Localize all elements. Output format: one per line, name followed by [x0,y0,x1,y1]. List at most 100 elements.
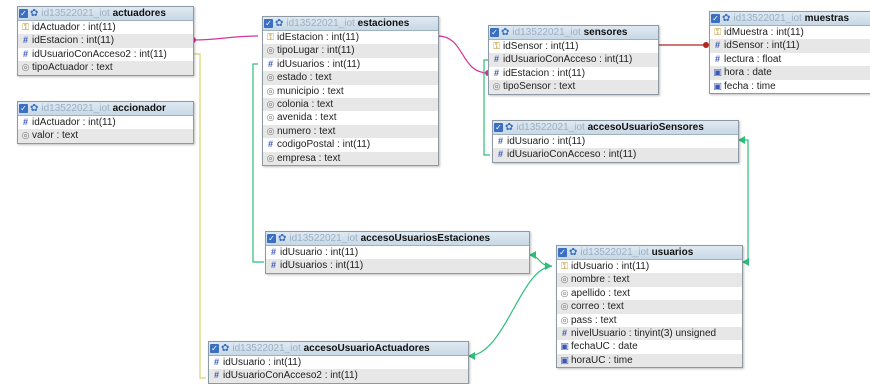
text-icon: ◎ [21,130,30,141]
column-row[interactable]: # idEstacion : int(11) [489,67,658,80]
gear-icon[interactable]: ✿ [722,12,730,25]
column-row[interactable]: # idActuador : int(11) [18,116,193,129]
column-row[interactable]: ⚿ idEstacion : int(11) [263,31,438,44]
column-row[interactable]: ◎ pass : text [557,314,742,327]
table-header[interactable]: ✓ ✿ id13522021_iot usuarios [557,246,742,260]
table-header[interactable]: ✓ ✿ id13522021_iot accesoUsuarioActuadores [209,342,468,356]
column-label: nombre : text [571,274,630,286]
relation-accesoUsuarioSensores-usuarios [738,139,749,263]
column-row[interactable]: # codigoPostal : int(11) [263,138,438,151]
column-row[interactable]: # idEstacion : int(11) [18,34,193,48]
column-row[interactable]: ◎ apellido : text [557,287,742,300]
table-accionador[interactable]: ✓ ✿ id13522021_iot accionador # idActuador … [17,101,194,144]
number-icon: # [267,139,273,150]
column-row[interactable]: ◎ avenida : text [263,111,438,124]
table-header[interactable]: ✓ ✿ id13522021_iot sensores [489,26,658,40]
column-label: municipio : text [277,85,344,97]
column-row[interactable]: ▣ hora : date [710,66,870,80]
gear-icon[interactable]: ✿ [501,26,509,39]
table-header[interactable]: ✓ ✿ id13522021_iot accionador [18,102,193,116]
column-label: idUsuarioConAcceso2 : int(11) [32,48,167,60]
column-row[interactable]: # idUsuarioConAcceso : int(11) [493,148,738,162]
text-icon: ◎ [266,152,275,163]
table-actuadores[interactable]: ✓ ✿ id13522021_iot actuadores ⚿ idActuador … [17,6,194,76]
column-row[interactable]: ◎ valor : text [18,129,193,143]
text-icon: ◎ [266,112,275,123]
checkbox-icon[interactable]: ✓ [19,9,28,18]
table-accesoUsuarioSensores[interactable]: ✓ ✿ id13522021_iot accesoUsuarioSensores #… [492,120,739,163]
text-icon: ◎ [266,125,275,136]
table-sensores[interactable]: ✓ ✿ id13522021_iot sensores ⚿ idSensor : in… [488,25,659,95]
column-label: lectura : float [724,53,782,65]
column-row[interactable]: ⚿ idSensor : int(11) [489,40,658,53]
gear-icon[interactable]: ✿ [278,232,286,245]
checkbox-icon[interactable]: ✓ [558,248,567,257]
column-row[interactable]: # idUsuario : int(11) [209,356,468,369]
number-icon: # [267,58,273,69]
column-row[interactable]: ◎ numero : text [263,124,438,139]
checkbox-icon[interactable]: ✓ [267,234,276,243]
column-row[interactable]: # idUsuarioConAcceso2 : int(11) [209,369,468,383]
checkbox-icon[interactable]: ✓ [490,28,499,37]
column-label: fecha : time [724,80,776,92]
table-prefix: id13522021_iot [512,27,581,39]
checkbox-icon[interactable]: ✓ [19,104,28,113]
column-row[interactable]: ◎ correo : text [557,300,742,314]
checkbox-icon[interactable]: ✓ [210,344,219,353]
column-row[interactable]: ◎ colonia : text [263,97,438,112]
column-row[interactable]: ⚿ idUsuario : int(11) [557,260,742,273]
relation-accesoUsuarioActuadores-usuarios [467,265,553,357]
checkbox-icon[interactable]: ✓ [494,123,503,132]
column-row[interactable]: ▣ fechaUC : date [557,340,742,353]
checkbox-icon[interactable]: ✓ [264,19,273,28]
column-label: idUsuarios : int(11) [280,260,364,272]
column-row[interactable]: # idUsuarioConAcceso : int(11) [489,53,658,67]
column-row[interactable]: # idUsuarioConAcceso2 : int(11) [18,48,193,61]
column-row[interactable]: ▣ horaUC : time [557,353,742,368]
column-row[interactable]: ◎ estado : text [263,71,438,85]
column-label: idSensor : int(11) [503,41,579,52]
key-icon: ⚿ [22,22,29,32]
column-label: tipoLugar : int(11) [277,45,355,57]
text-icon: ◎ [560,314,569,325]
column-row[interactable]: ◎ municipio : text [263,85,438,98]
table-name: sensores [583,27,628,39]
gear-icon[interactable]: ✿ [569,246,577,259]
column-label: pass : text [571,314,617,326]
column-row[interactable]: ◎ tipoLugar : int(11) [263,44,438,58]
column-row[interactable]: ◎ empresa : text [263,151,438,165]
table-accesoUsuarioActuadores[interactable]: ✓ ✿ id13522021_iot accesoUsuarioActuadores… [208,341,469,384]
column-row[interactable]: # lectura : float [710,53,870,66]
column-row[interactable]: ⚿ idActuador : int(11) [18,21,193,34]
gear-icon[interactable]: ✿ [505,121,513,134]
table-usuarios[interactable]: ✓ ✿ id13522021_iot usuarios ⚿ idUsuario : i… [556,245,743,369]
table-header[interactable]: ✓ ✿ id13522021_iot muestras [710,12,870,26]
gear-icon[interactable]: ✿ [30,7,38,20]
column-row[interactable]: ▣ fecha : time [710,80,870,93]
column-row[interactable]: ◎ tipoSensor : text [489,80,658,94]
table-name: accesoUsuarioSensores [587,122,704,134]
table-accesoUsuariosEstaciones[interactable]: ✓ ✿ id13522021_iot accesoUsuariosEstacione… [265,231,530,274]
gear-icon[interactable]: ✿ [30,102,38,115]
column-row[interactable]: # idUsuario : int(11) [493,135,738,148]
gear-icon[interactable]: ✿ [275,17,283,30]
column-row[interactable]: ◎ tipoActuador : text [18,61,193,75]
column-row[interactable]: ⚿ idMuestra : int(11) [710,26,870,39]
column-row[interactable]: # idUsuarios : int(11) [263,58,438,71]
text-icon: ◎ [266,45,275,56]
column-row[interactable]: ◎ nombre : text [557,273,742,287]
relation-sensores-estaciones [437,35,489,74]
column-row[interactable]: # idSensor : int(11) [710,39,870,53]
table-header[interactable]: ✓ ✿ id13522021_iot actuadores [18,7,193,21]
checkbox-icon[interactable]: ✓ [711,14,720,23]
column-row[interactable]: # idUsuarios : int(11) [266,259,529,273]
table-muestras[interactable]: ✓ ✿ id13522021_iot muestras ⚿ idMuestra : i… [709,11,870,94]
table-header[interactable]: ✓ ✿ id13522021_iot estaciones [263,17,438,31]
column-row[interactable]: # idUsuario : int(11) [266,246,529,259]
gear-icon[interactable]: ✿ [221,342,229,355]
table-header[interactable]: ✓ ✿ id13522021_iot accesoUsuariosEstacione… [266,232,529,246]
table-header[interactable]: ✓ ✿ id13522021_iot accesoUsuarioSensores [493,121,738,135]
table-estaciones[interactable]: ✓ ✿ id13522021_iot estaciones ⚿ idEstacion … [262,16,439,166]
column-label: idUsuario : int(11) [507,136,586,147]
column-row[interactable]: # nivelUsuario : tinyint(3) unsigned [557,326,742,341]
